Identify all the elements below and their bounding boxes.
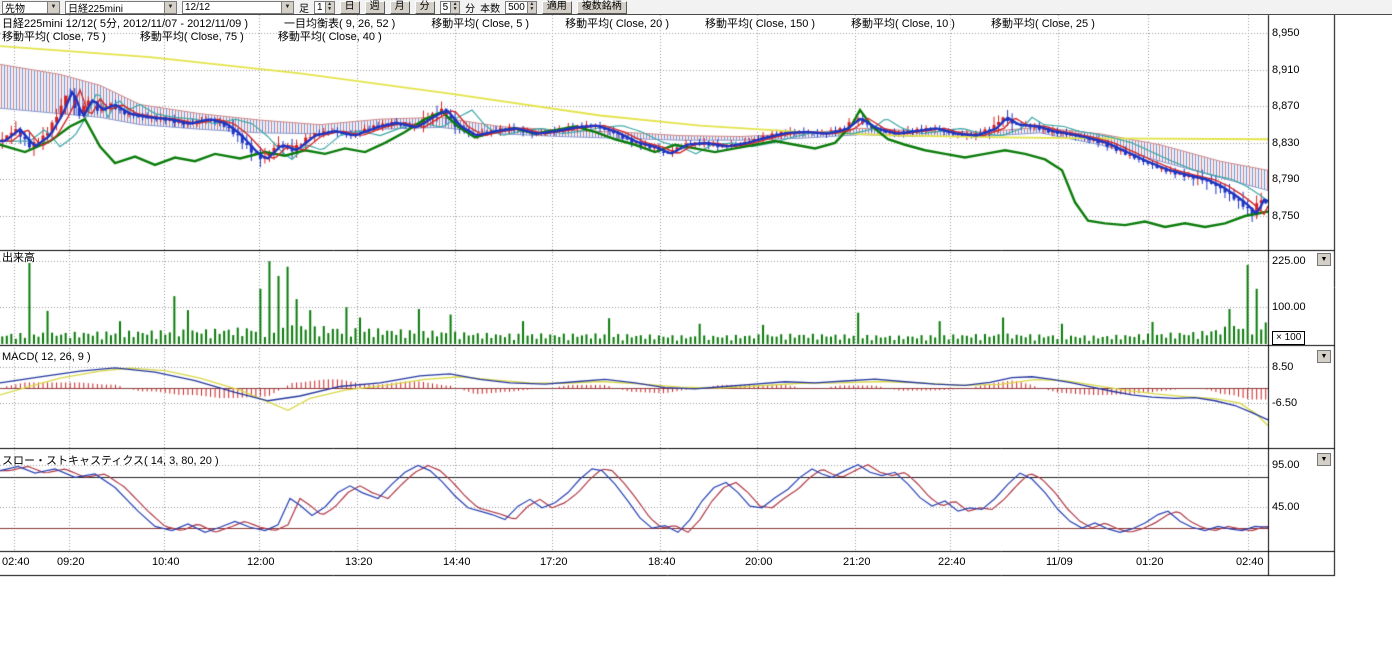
- macd-panel-scroll-down-button[interactable]: ▼: [1317, 350, 1331, 363]
- legend-ma-5: 移動平均( Close, 5 ): [431, 15, 529, 31]
- legend-ma-25: 移動平均( Close, 25 ): [991, 15, 1095, 31]
- chevron-down-icon[interactable]: ▼: [164, 2, 176, 13]
- period-day-button[interactable]: 日: [340, 1, 360, 14]
- chart-application: 先物 ▼ 日経225mini ▼ 12/12 ▼ 足 1 ▲▼ 日 週 月 分 …: [0, 0, 1392, 656]
- chevron-down-icon[interactable]: ▼: [47, 2, 59, 13]
- legend-ma-10: 移動平均( Close, 10 ): [851, 15, 955, 31]
- chart-legend-row2: 移動平均( Close, 75 ) 移動平均( Close, 75 ) 移動平均…: [2, 28, 382, 44]
- legend-ma-20: 移動平均( Close, 20 ): [565, 15, 669, 31]
- stochastics-panel-scroll-down-button[interactable]: ▼: [1317, 453, 1331, 466]
- volume-multiplier-badge: × 100: [1272, 331, 1305, 345]
- stochastics-panel-title: スロー・ストキャスティクス( 14, 3, 80, 20 ): [2, 452, 219, 468]
- spin-down-icon[interactable]: ▼: [453, 7, 458, 12]
- spinner-arrows-icon[interactable]: ▲▼: [325, 2, 334, 13]
- legend-ma-75a: 移動平均( Close, 75 ): [2, 28, 106, 44]
- minute-unit-label: 分: [465, 0, 475, 15]
- market-select-value: 先物: [3, 0, 47, 15]
- bars-count-label: 本数: [480, 0, 500, 15]
- bar-type-label: 足: [299, 0, 309, 15]
- spin-down-icon[interactable]: ▼: [327, 7, 332, 12]
- macd-panel-title: MACD( 12, 26, 9 ): [2, 351, 91, 363]
- spinner-arrows-icon[interactable]: ▲▼: [450, 2, 459, 13]
- volume-panel-scroll-down-button[interactable]: ▼: [1317, 253, 1331, 266]
- contract-select-value: 12/12: [183, 2, 281, 13]
- bar-multiplier-spinner[interactable]: 1 ▲▼: [314, 1, 335, 14]
- bars-count-spinner[interactable]: 500 ▲▼: [505, 1, 537, 14]
- minute-value-spinner[interactable]: 5 ▲▼: [440, 1, 461, 14]
- minute-value: 5: [441, 2, 451, 13]
- symbol-select-value: 日経225mini: [66, 0, 164, 15]
- contract-select[interactable]: 12/12 ▼: [182, 1, 294, 14]
- symbol-select[interactable]: 日経225mini ▼: [65, 1, 177, 14]
- chevron-down-icon[interactable]: ▼: [281, 2, 293, 13]
- apply-button[interactable]: 適用: [542, 1, 572, 14]
- spinner-arrows-icon[interactable]: ▲▼: [527, 2, 536, 13]
- period-week-button[interactable]: 週: [365, 1, 385, 14]
- chart-canvas[interactable]: [0, 0, 1392, 656]
- bars-count-value: 500: [506, 2, 527, 13]
- toolbar: 先物 ▼ 日経225mini ▼ 12/12 ▼ 足 1 ▲▼ 日 週 月 分 …: [0, 0, 1392, 15]
- legend-ma-40: 移動平均( Close, 40 ): [278, 28, 382, 44]
- bar-multiplier-value: 1: [315, 2, 325, 13]
- period-month-button[interactable]: 月: [390, 1, 410, 14]
- multi-symbol-button[interactable]: 複数銘柄: [577, 1, 627, 14]
- legend-ma-150: 移動平均( Close, 150 ): [705, 15, 815, 31]
- market-select[interactable]: 先物 ▼: [2, 1, 60, 14]
- spin-down-icon[interactable]: ▼: [529, 7, 534, 12]
- period-minute-button[interactable]: 分: [415, 1, 435, 14]
- legend-ma-75b: 移動平均( Close, 75 ): [140, 28, 244, 44]
- volume-panel-title: 出来高: [2, 249, 35, 265]
